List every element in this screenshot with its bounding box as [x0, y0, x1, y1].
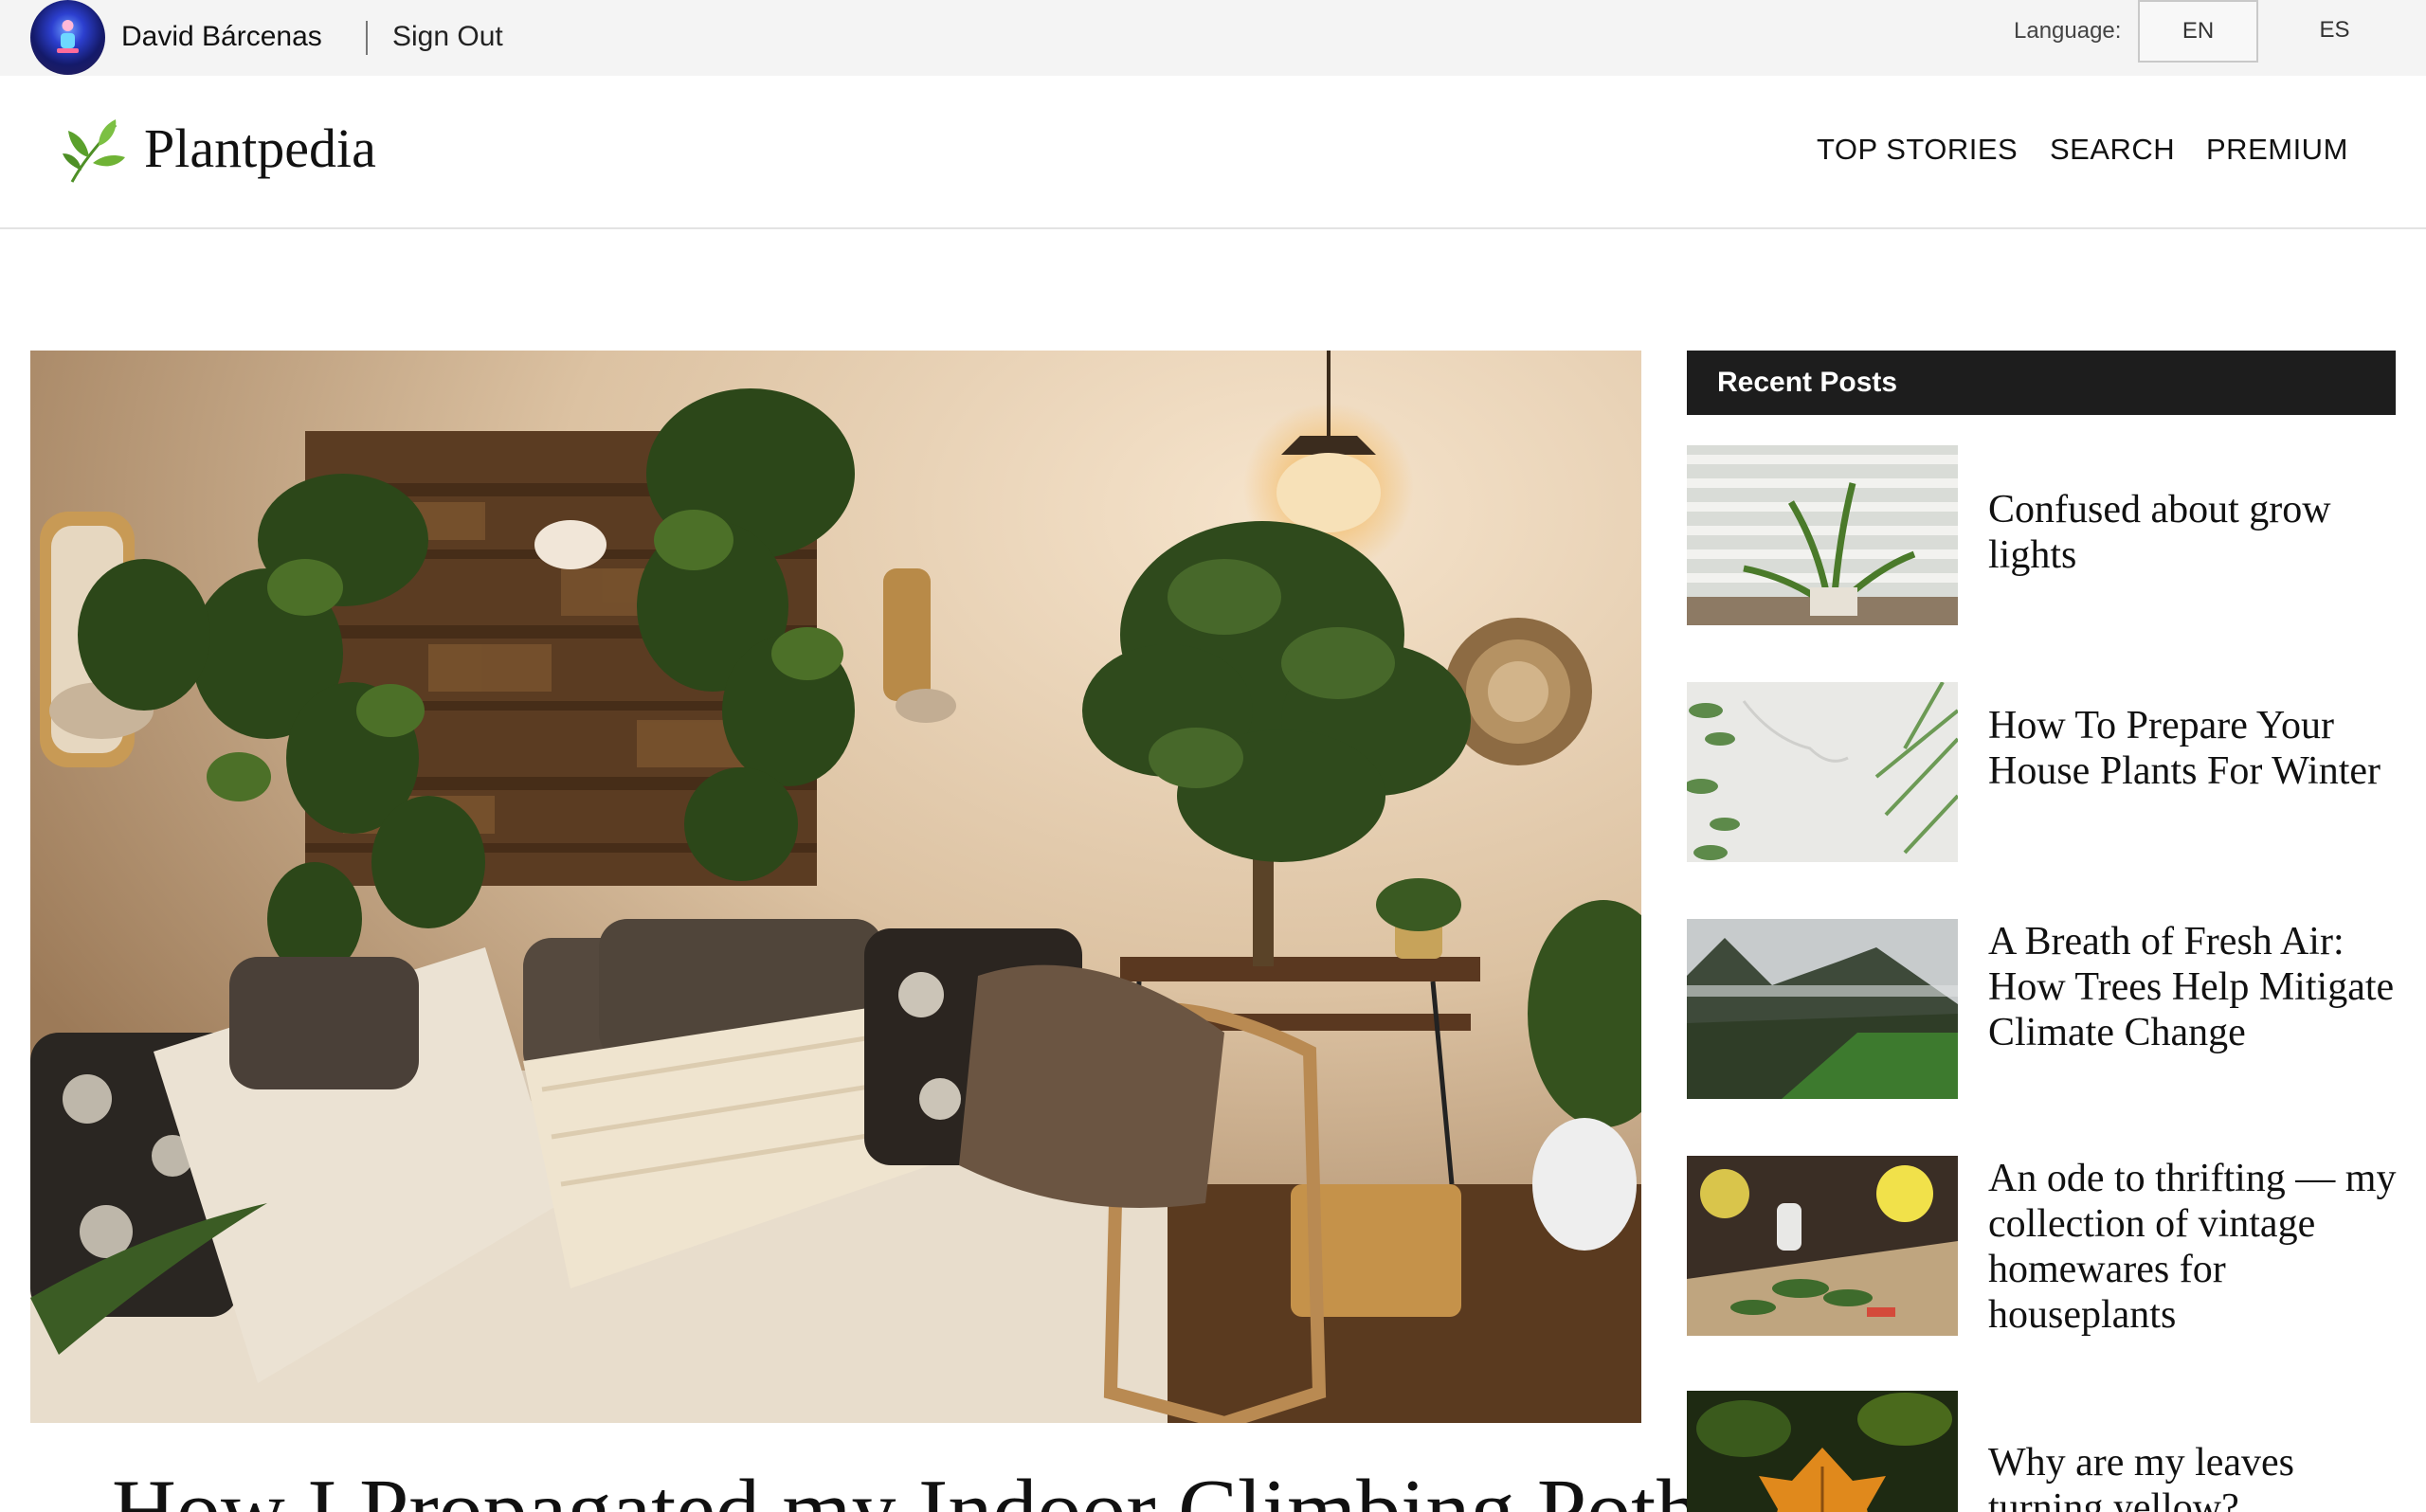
username: David Bárcenas — [121, 21, 322, 52]
user-avatar[interactable] — [30, 0, 105, 75]
hero-photo-illustration — [30, 351, 1641, 1423]
language-label: Language: — [2014, 18, 2122, 44]
user-bar: David Bárcenas Sign Out Language: EN ES — [0, 0, 2426, 76]
recent-post-item[interactable]: An ode to thrifting — my collection of v… — [1687, 1156, 2396, 1337]
post-title[interactable]: Confused about grow lights — [1988, 487, 2405, 578]
post-title[interactable]: An ode to thrifting — my collection of v… — [1988, 1156, 2405, 1338]
sign-out-link[interactable]: Sign Out — [392, 19, 503, 55]
yellow-leaf-photo — [1687, 1391, 1958, 1512]
site-header: Plantpedia TOP STORIES SEARCH PREMIUM — [0, 76, 2426, 229]
avatar-figure-icon — [57, 20, 79, 53]
nav-premium[interactable]: PREMIUM — [2206, 131, 2348, 169]
hero-image[interactable] — [30, 351, 1641, 1423]
post-title[interactable]: Why are my leaves turning yellow? — [1988, 1440, 2405, 1512]
user-bar-divider — [366, 21, 368, 55]
nav-search[interactable]: SEARCH — [2050, 131, 2175, 169]
thrifting-homewares-photo — [1687, 1156, 1958, 1336]
site-brand[interactable]: Plantpedia — [144, 116, 376, 182]
winter-plants-photo — [1687, 682, 1958, 862]
post-title[interactable]: A Breath of Fresh Air: How Trees Help Mi… — [1988, 919, 2405, 1055]
recent-post-item[interactable]: How To Prepare Your House Plants For Win… — [1687, 682, 2396, 862]
recent-post-item[interactable]: Confused about grow lights — [1687, 445, 2396, 625]
leaf-logo-icon[interactable] — [61, 116, 127, 184]
post-thumbnail[interactable] — [1687, 682, 1958, 862]
recent-post-item[interactable]: Why are my leaves turning yellow? — [1687, 1391, 2396, 1512]
language-option-en[interactable]: EN — [2138, 0, 2258, 63]
hero-article-title[interactable]: How I Propagated my Indoor Climbing Poth… — [112, 1459, 1780, 1512]
post-thumbnail[interactable] — [1687, 1391, 1958, 1512]
post-thumbnail[interactable] — [1687, 919, 1958, 1099]
post-thumbnail[interactable] — [1687, 445, 1958, 625]
forest-mountain-photo — [1687, 919, 1958, 1099]
recent-posts-heading: Recent Posts — [1687, 351, 2396, 415]
recent-post-item[interactable]: A Breath of Fresh Air: How Trees Help Mi… — [1687, 919, 2396, 1099]
grow-lights-photo — [1687, 445, 1958, 625]
post-thumbnail[interactable] — [1687, 1156, 1958, 1336]
nav-top-stories[interactable]: TOP STORIES — [1817, 131, 2018, 169]
post-title[interactable]: How To Prepare Your House Plants For Win… — [1988, 703, 2405, 794]
language-option-es[interactable]: ES — [2274, 0, 2395, 63]
